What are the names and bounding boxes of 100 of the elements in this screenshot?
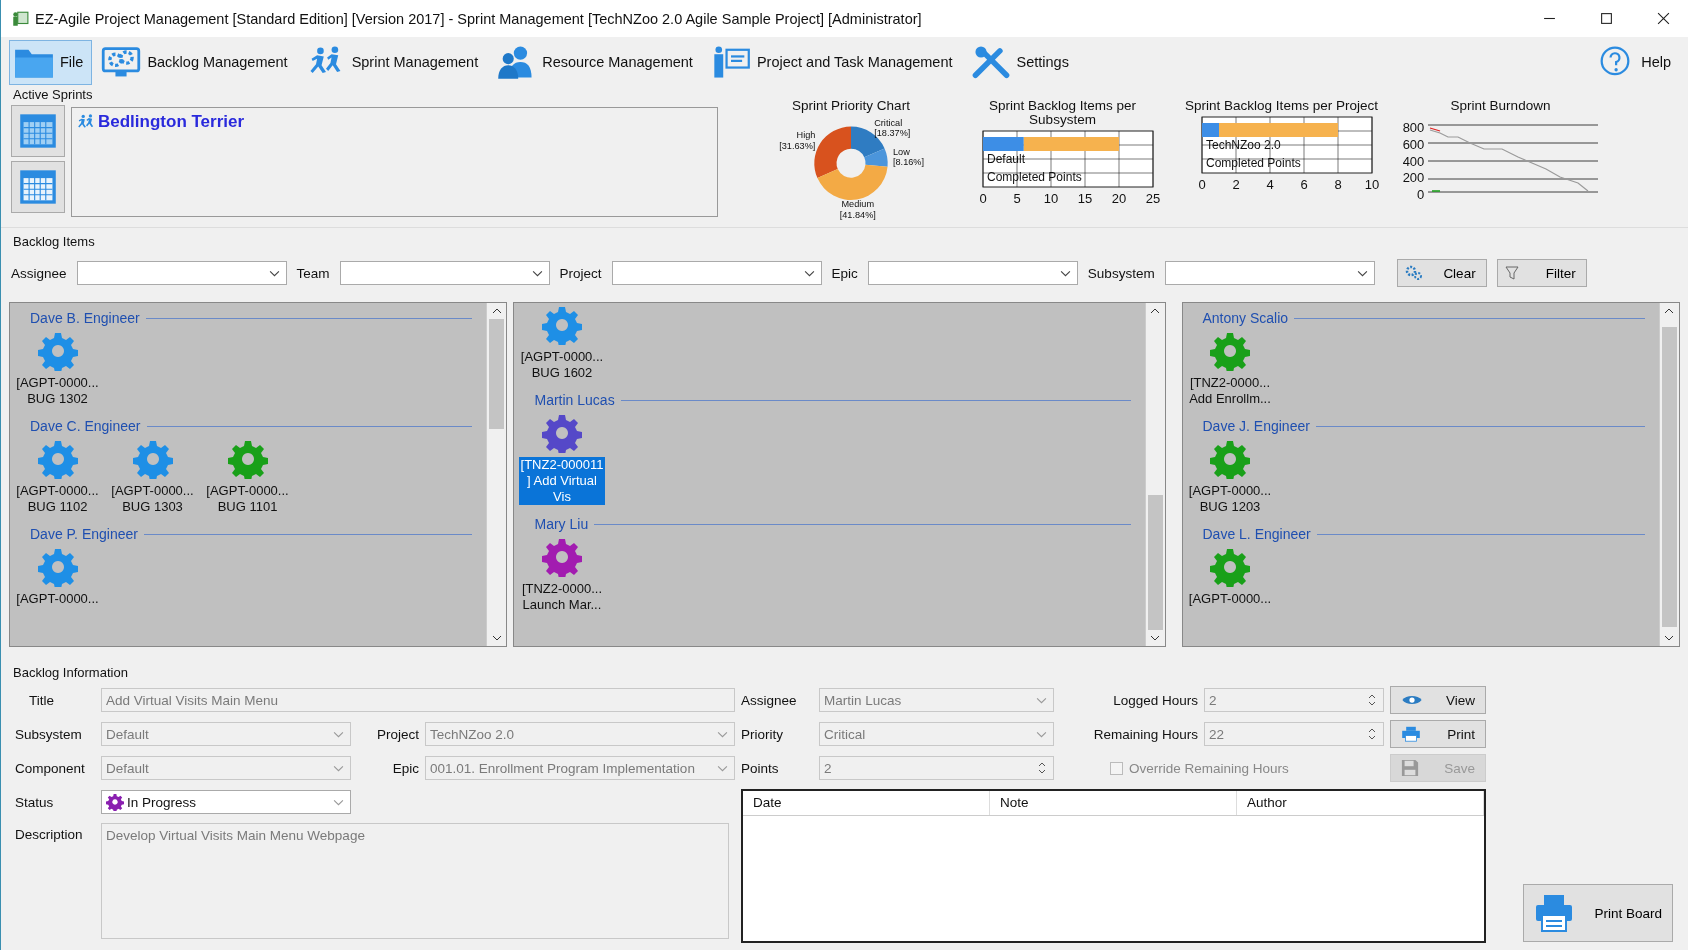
backlog-card[interactable]: [TNZ2-0000... Launch Mar... bbox=[518, 537, 606, 613]
filter-dropdown[interactable] bbox=[1164, 261, 1375, 285]
print-button[interactable]: Print bbox=[1390, 720, 1486, 748]
chart-title: Sprint Backlog Items per Project bbox=[1185, 99, 1378, 113]
slice-label: Medium bbox=[841, 199, 875, 210]
tick-label: 0 bbox=[978, 191, 987, 206]
field-label: Status bbox=[15, 794, 55, 810]
chevron-icon bbox=[803, 269, 815, 277]
sprint-item[interactable]: Bedlington Terrier bbox=[76, 112, 713, 132]
points-spinner[interactable]: 2 bbox=[819, 756, 1054, 780]
scroll-down-icon[interactable] bbox=[1150, 634, 1160, 642]
column-header[interactable]: Date bbox=[743, 791, 990, 815]
backlog-card[interactable]: [AGPT-0000... BUG 1203 bbox=[1186, 439, 1274, 515]
gear-icon bbox=[106, 793, 124, 811]
field-label: Remaining Hours bbox=[1092, 726, 1198, 742]
tick-label: 8 bbox=[1333, 177, 1342, 192]
description-field[interactable]: Develop Virtual Visits Main Menu Webpage bbox=[101, 823, 729, 939]
toolbar-tab[interactable]: Settings bbox=[965, 39, 1078, 85]
scrollbar-thumb[interactable] bbox=[1147, 495, 1163, 630]
backlog-card[interactable]: [TNZ2-0000... Add Enrollm... bbox=[1186, 331, 1274, 407]
status-dropdown[interactable]: In Progress bbox=[101, 790, 351, 814]
card-caption: [AGPT-0000... bbox=[1187, 591, 1273, 607]
scroll-up-icon[interactable] bbox=[492, 307, 502, 315]
calendar-button[interactable] bbox=[11, 105, 65, 157]
field-label: Priority bbox=[741, 726, 784, 742]
backlog-card[interactable]: [AGPT-0000... BUG 1602 bbox=[518, 305, 606, 381]
sprint-name[interactable]: Bedlington Terrier bbox=[98, 112, 245, 132]
filter-label: Epic bbox=[831, 265, 858, 281]
eye-icon bbox=[1401, 693, 1423, 707]
field-label: Description bbox=[15, 826, 84, 842]
scrollbar-thumb[interactable] bbox=[489, 319, 505, 429]
tick-label: 600 bbox=[1402, 137, 1425, 151]
card-caption: [TNZ2-000011 ] Add Virtual Vis bbox=[518, 457, 606, 505]
assignee-dropdown[interactable]: Martin Lucas bbox=[819, 688, 1054, 712]
card-caption: [AGPT-0000... BUG 1101 bbox=[205, 483, 290, 515]
filter-dropdown[interactable] bbox=[339, 261, 550, 285]
scrollbar-thumb[interactable] bbox=[1662, 326, 1677, 627]
subsystem-dropdown[interactable]: Default bbox=[101, 722, 351, 746]
scroll-up-icon[interactable] bbox=[1150, 307, 1160, 315]
backlog-card[interactable]: [AGPT-0000... BUG 1101 bbox=[204, 439, 291, 515]
component-dropdown[interactable]: Default bbox=[101, 756, 351, 780]
toolbar-tab[interactable]: Project and Task Management bbox=[705, 39, 962, 85]
filter-dropdown[interactable] bbox=[611, 261, 822, 285]
column-header[interactable]: Author bbox=[1237, 791, 1484, 815]
group-header: Dave P. Engineer bbox=[30, 526, 138, 542]
column-header[interactable]: Note bbox=[990, 791, 1237, 815]
priority-dropdown[interactable]: Critical bbox=[819, 722, 1054, 746]
group-header: Dave C. Engineer bbox=[30, 418, 141, 434]
filter-dropdown[interactable] bbox=[867, 261, 1078, 285]
field-label: Title bbox=[28, 692, 55, 708]
calendar-icon bbox=[17, 167, 59, 207]
help-button[interactable]: Help bbox=[1590, 39, 1680, 85]
card-caption: [TNZ2-0000... Add Enrollm... bbox=[1188, 375, 1272, 407]
toolbar-tab[interactable]: Sprint Management bbox=[300, 39, 488, 85]
field-value: Add Virtual Visits Main Menu bbox=[106, 692, 279, 708]
scroll-down-icon[interactable] bbox=[492, 634, 502, 642]
maximize-icon[interactable] bbox=[1600, 12, 1613, 25]
floppy-icon bbox=[1401, 759, 1419, 777]
epic-dropdown[interactable]: 001.01. Enrollment Program Implementation bbox=[425, 756, 735, 780]
slice-value: [31.63%] bbox=[779, 140, 816, 151]
filter-dropdown[interactable] bbox=[76, 261, 287, 285]
chevron-icon bbox=[717, 764, 728, 772]
toolbar-tab[interactable]: Resource Management bbox=[491, 39, 702, 85]
group-header: Dave J. Engineer bbox=[1202, 418, 1310, 434]
backlog-card[interactable]: [AGPT-0000... BUG 1303 bbox=[109, 439, 196, 515]
title-field[interactable]: Add Virtual Visits Main Menu bbox=[101, 688, 735, 712]
backlog-card[interactable]: [AGPT-0000... BUG 1102 bbox=[14, 439, 101, 515]
logged-hours-spinner[interactable]: 2 bbox=[1204, 688, 1384, 712]
filter-button[interactable]: Filter bbox=[1496, 259, 1587, 287]
scroll-up-icon[interactable] bbox=[1664, 307, 1675, 315]
clear-button[interactable]: Clear bbox=[1396, 259, 1487, 287]
scrollbar[interactable] bbox=[1659, 303, 1679, 646]
scrollbar[interactable] bbox=[1144, 303, 1165, 646]
project-dropdown[interactable]: TechNZoo 2.0 bbox=[425, 722, 735, 746]
remaining-hours-spinner[interactable]: 22 bbox=[1204, 722, 1384, 746]
close-icon[interactable] bbox=[1657, 12, 1670, 25]
field-value: 2 bbox=[1209, 692, 1217, 708]
filter-label: Subsystem bbox=[1087, 265, 1155, 281]
chevron-icon bbox=[333, 798, 344, 806]
app-icon bbox=[11, 9, 29, 28]
calendar-button[interactable] bbox=[11, 161, 65, 213]
backlog-card[interactable]: [TNZ2-000011 ] Add Virtual Vis bbox=[518, 413, 606, 505]
field-label: Logged Hours bbox=[1112, 692, 1198, 708]
field-value: Default bbox=[106, 760, 149, 776]
backlog-card[interactable]: [AGPT-0000... bbox=[14, 547, 101, 607]
chevron-icon bbox=[268, 269, 280, 277]
tick-label: 5 bbox=[1012, 191, 1021, 206]
backlog-card[interactable]: [AGPT-0000... bbox=[1186, 547, 1274, 607]
print-board-button[interactable]: Print Board bbox=[1523, 884, 1673, 942]
filter-label: Team bbox=[296, 265, 330, 281]
scroll-down-icon[interactable] bbox=[1664, 634, 1675, 642]
slice-value: [41.84%] bbox=[839, 209, 876, 220]
tick-label: 6 bbox=[1299, 177, 1308, 192]
view-button[interactable]: View bbox=[1390, 686, 1486, 714]
backlog-card[interactable]: [AGPT-0000... BUG 1302 bbox=[14, 331, 101, 407]
scrollbar[interactable] bbox=[486, 303, 507, 646]
toolbar-tab[interactable]: Backlog Management bbox=[96, 39, 297, 85]
slice-label: Low bbox=[892, 146, 910, 157]
toolbar-tab[interactable]: File bbox=[9, 39, 93, 85]
tick-label: 25 bbox=[1145, 191, 1160, 206]
